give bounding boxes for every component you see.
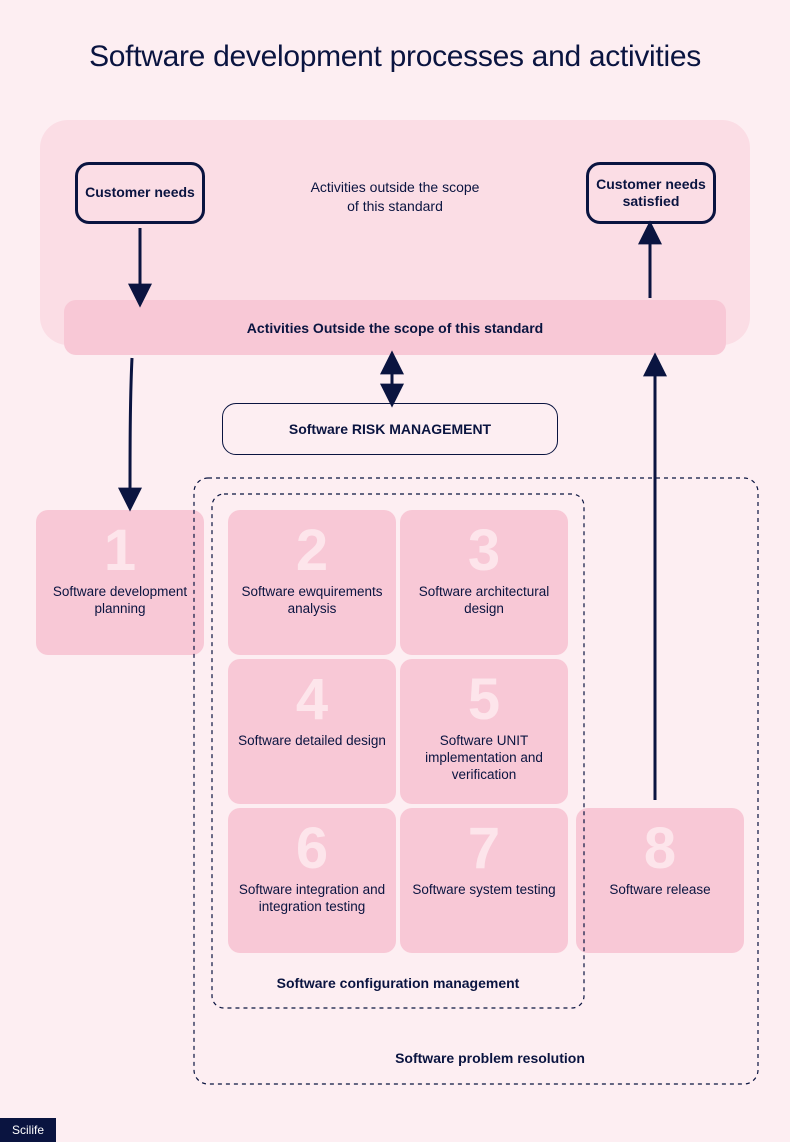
arrow-band-to-step1 xyxy=(130,358,132,502)
step-label: Software UNIT implementation and verific… xyxy=(400,729,568,784)
step-number: 3 xyxy=(400,522,568,580)
step-2: 2 Software ewquirements analysis xyxy=(228,510,396,655)
outside-scope-band-label: Activities Outside the scope of this sta… xyxy=(247,320,543,336)
scope-note-line1: Activities outside the scope xyxy=(311,179,480,195)
customer-needs-satisfied-box: Customer needs satisfied xyxy=(586,162,716,224)
step-7: 7 Software system testing xyxy=(400,808,568,953)
outside-scope-band: Activities Outside the scope of this sta… xyxy=(64,300,726,355)
risk-management-box: Software RISK MANAGEMENT xyxy=(222,403,558,455)
customer-needs-label: Customer needs xyxy=(85,184,195,202)
step-5: 5 Software UNIT implementation and verif… xyxy=(400,659,568,804)
risk-management-label: Software RISK MANAGEMENT xyxy=(289,421,491,437)
step-label: Software release xyxy=(576,878,744,899)
footer-brand: Scilife xyxy=(0,1118,56,1142)
step-label: Software integration and integration tes… xyxy=(228,878,396,916)
footer-brand-label: Scilife xyxy=(12,1123,44,1137)
problem-resolution-caption: Software problem resolution xyxy=(320,1050,660,1066)
step-number: 6 xyxy=(228,820,396,878)
step-label: Software ewquirements analysis xyxy=(228,580,396,618)
step-4: 4 Software detailed design xyxy=(228,659,396,804)
step-label: Software detailed design xyxy=(228,729,396,750)
step-label: Software system testing xyxy=(400,878,568,899)
step-label: Software architectural design xyxy=(400,580,568,618)
step-number: 7 xyxy=(400,820,568,878)
page-title: Software development processes and activ… xyxy=(0,40,790,74)
scope-note-line2: of this standard xyxy=(347,198,443,214)
step-number: 1 xyxy=(36,522,204,580)
step-number: 4 xyxy=(228,671,396,729)
step-1: 1 Software development planning xyxy=(36,510,204,655)
diagram-root: Software development processes and activ… xyxy=(0,0,790,1142)
step-8: 8 Software release xyxy=(576,808,744,953)
step-number: 2 xyxy=(228,522,396,580)
customer-needs-box: Customer needs xyxy=(75,162,205,224)
customer-needs-satisfied-label: Customer needs satisfied xyxy=(595,176,707,211)
step-number: 5 xyxy=(400,671,568,729)
step-6: 6 Software integration and integration t… xyxy=(228,808,396,953)
step-number: 8 xyxy=(576,820,744,878)
step-3: 3 Software architectural design xyxy=(400,510,568,655)
step-label: Software development planning xyxy=(36,580,204,618)
config-mgmt-caption: Software configuration management xyxy=(228,975,568,991)
